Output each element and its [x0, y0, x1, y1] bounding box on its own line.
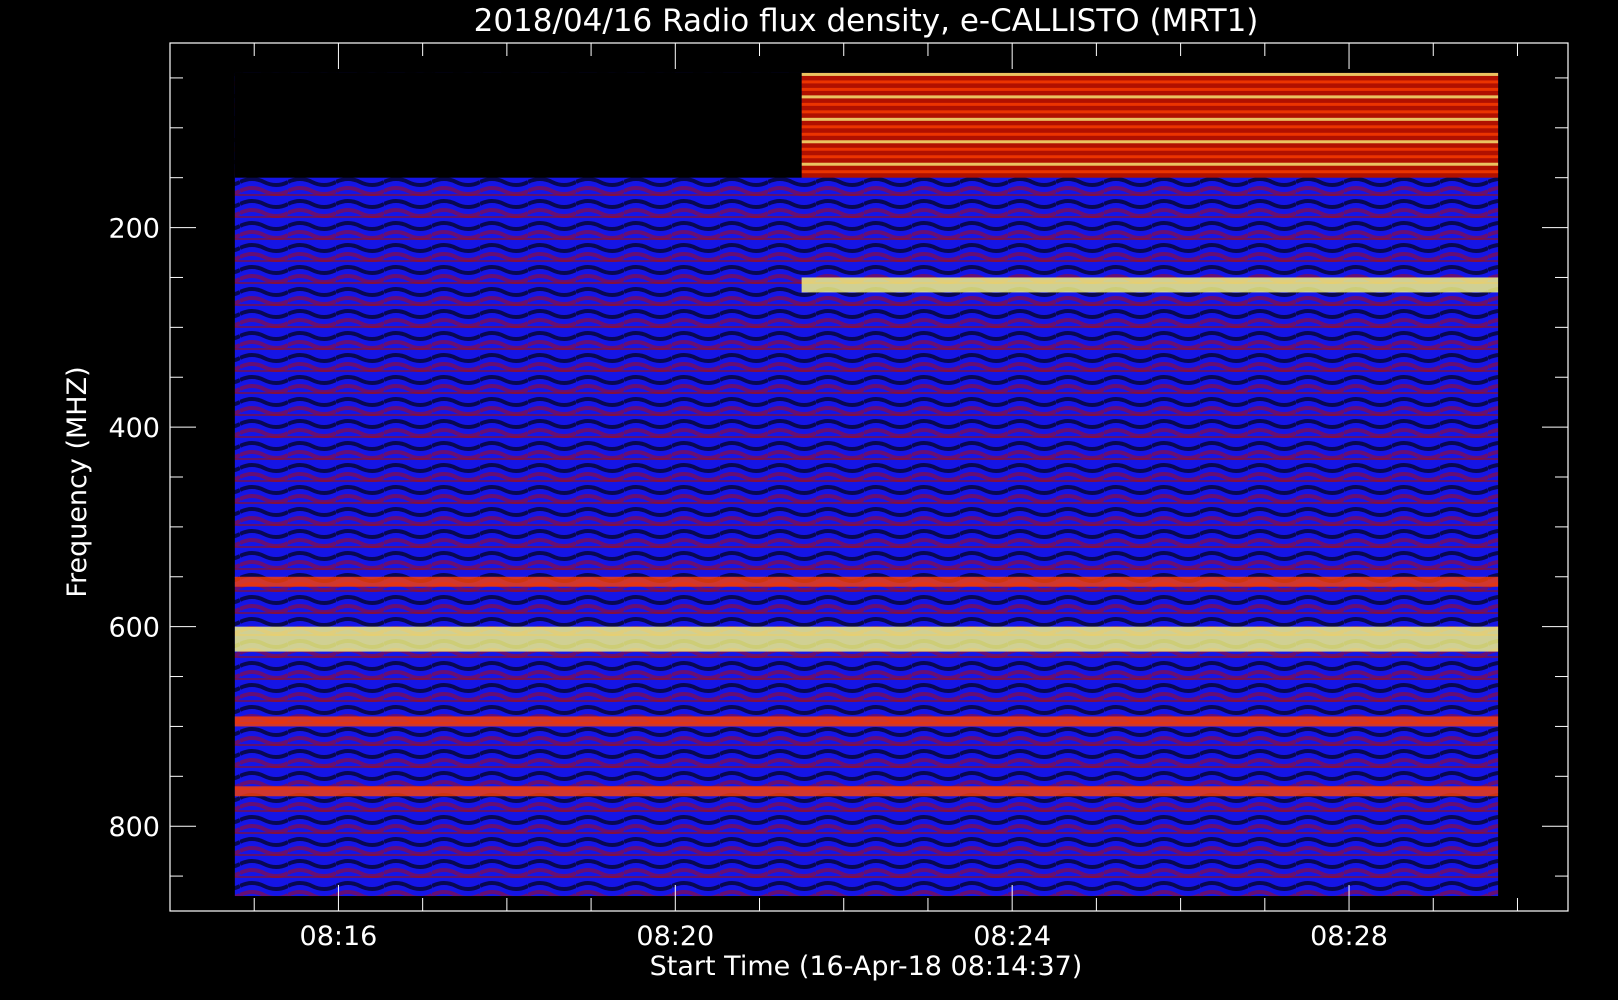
feature-streak [801, 155, 1499, 159]
y-tick-label: 800 [108, 812, 160, 843]
feature-streak [801, 140, 1499, 144]
feature-streak [801, 162, 1499, 166]
x-tick-label: 08:20 [636, 921, 714, 952]
feature-streak [801, 117, 1499, 121]
feature-streak [801, 102, 1499, 106]
feature-streak [801, 170, 1499, 174]
feature-streak [801, 72, 1499, 76]
plot-area [169, 42, 1569, 912]
feature-band [801, 277, 1499, 293]
y-tick-label: 200 [108, 214, 160, 245]
x-tick-label: 08:28 [1310, 921, 1388, 952]
spectrogram-image [234, 72, 1499, 897]
y-tick-label: 600 [108, 613, 160, 644]
feature-band [234, 716, 1499, 727]
feature-streak [801, 80, 1499, 84]
y-axis-label: Frequency (MHZ) [62, 366, 93, 597]
feature-gap [234, 72, 802, 178]
x-tick-label: 08:24 [973, 921, 1051, 952]
feature-streak [801, 147, 1499, 151]
feature-band [234, 576, 1499, 587]
y-tick-label: 400 [108, 413, 160, 444]
feature-streak [801, 125, 1499, 129]
spectrogram-chart: 2018/04/16 Radio flux density, e-CALLIST… [62, 3, 1569, 982]
feature-streak [801, 132, 1499, 136]
feature-streak [801, 95, 1499, 99]
x-tick-label: 08:16 [300, 921, 378, 952]
feature-band [234, 786, 1499, 797]
x-axis-label: Start Time (16-Apr-18 08:14:37) [650, 951, 1083, 982]
feature-streak [801, 87, 1499, 91]
chart-title: 2018/04/16 Radio flux density, e-CALLIST… [474, 3, 1259, 39]
feature-streak [801, 110, 1499, 114]
feature-band [234, 626, 1499, 652]
